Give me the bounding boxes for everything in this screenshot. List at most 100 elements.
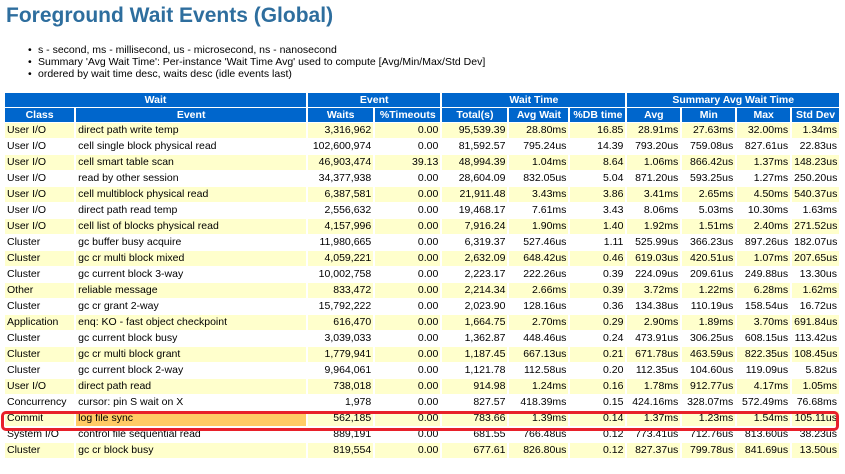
class-cell: User I/O — [5, 379, 75, 395]
value-cell: 3.72ms — [627, 283, 681, 299]
value-cell: 134.38us — [627, 299, 681, 315]
value-cell: 38.23us — [792, 427, 839, 443]
class-cell: Cluster — [5, 299, 75, 315]
value-cell: 572.49ms — [737, 395, 791, 411]
table-row: Cluster gc current block busy 3,039,033 0.0… — [5, 331, 839, 347]
value-cell: 0.36 — [570, 299, 626, 315]
value-cell: 799.78us — [682, 443, 736, 459]
value-cell: 473.91us — [627, 331, 681, 347]
value-cell: 112.35us — [627, 363, 681, 379]
class-cell: Concurrency — [5, 395, 75, 411]
value-cell: 0.12 — [570, 443, 626, 459]
table-row: Commit log file sync 562,185 0.00 783.66 1.39… — [5, 411, 839, 427]
column-header-row: Class Event Waits %Timeouts Total(s) Avg Wait… — [5, 108, 839, 123]
value-cell: 1,978 — [308, 395, 374, 411]
value-cell: 795.24us — [509, 139, 569, 155]
value-cell: 249.88us — [737, 267, 791, 283]
column-header: Total(s) — [442, 108, 508, 123]
value-cell: 2.70ms — [509, 315, 569, 331]
column-header: Max — [737, 108, 791, 123]
column-header: %DB time — [570, 108, 626, 123]
value-cell: 912.77us — [682, 379, 736, 395]
value-cell: 0.00 — [375, 411, 441, 427]
value-cell: 1.90ms — [509, 219, 569, 235]
value-cell: 3,316,962 — [308, 123, 374, 139]
value-cell: 112.58us — [509, 363, 569, 379]
table-row: Cluster gc cr block busy 819,554 0.00 677.61… — [5, 443, 839, 459]
event-cell: direct path read temp — [76, 203, 307, 219]
value-cell: 0.00 — [375, 267, 441, 283]
value-cell: 27.63ms — [682, 123, 736, 139]
event-cell: log file sync — [76, 411, 307, 427]
value-cell: 250.20us — [792, 171, 839, 187]
value-cell: 0.00 — [375, 395, 441, 411]
value-cell: 8.06ms — [627, 203, 681, 219]
value-cell: 866.42us — [682, 155, 736, 171]
value-cell: 1.27ms — [737, 171, 791, 187]
value-cell: 608.15us — [737, 331, 791, 347]
event-cell: reliable message — [76, 283, 307, 299]
value-cell: 667.13us — [509, 347, 569, 363]
value-cell: 1.37ms — [737, 155, 791, 171]
value-cell: 21,911.48 — [442, 187, 508, 203]
table-row: Cluster gc cr grant 2-way 15,792,222 0.00 2,… — [5, 299, 839, 315]
value-cell: 1,664.75 — [442, 315, 508, 331]
value-cell: 0.00 — [375, 331, 441, 347]
value-cell: 16.85 — [570, 123, 626, 139]
class-cell: Cluster — [5, 235, 75, 251]
table-row: User I/O cell smart table scan 46,903,474 3… — [5, 155, 839, 171]
value-cell: 0.00 — [375, 283, 441, 299]
value-cell: 8.64 — [570, 155, 626, 171]
event-cell: gc buffer busy acquire — [76, 235, 307, 251]
value-cell: 1.23ms — [682, 411, 736, 427]
value-cell: 0.29 — [570, 315, 626, 331]
value-cell: 148.23us — [792, 155, 839, 171]
class-cell: Commit — [5, 411, 75, 427]
value-cell: 1.05ms — [792, 379, 839, 395]
column-header: Class — [5, 108, 75, 123]
group-header-summary: Summary Avg Wait Time — [627, 93, 839, 108]
value-cell: 0.20 — [570, 363, 626, 379]
value-cell: 328.07ms — [682, 395, 736, 411]
value-cell: 448.46us — [509, 331, 569, 347]
event-cell: gc cr multi block mixed — [76, 251, 307, 267]
value-cell: 0.00 — [375, 379, 441, 395]
event-cell: cell list of blocks physical read — [76, 219, 307, 235]
table-row: User I/O cell single block physical read 1… — [5, 139, 839, 155]
value-cell: 4.50ms — [737, 187, 791, 203]
column-header: Waits — [308, 108, 374, 123]
event-cell: cell multiblock physical read — [76, 187, 307, 203]
value-cell: 1.34ms — [792, 123, 839, 139]
value-cell: 5.82us — [792, 363, 839, 379]
value-cell: 738,018 — [308, 379, 374, 395]
value-cell: 827.37us — [627, 443, 681, 459]
table-row: Concurrency cursor: pin S wait on X 1,978 0… — [5, 395, 839, 411]
value-cell: 1,187.45 — [442, 347, 508, 363]
value-cell: 1.24ms — [509, 379, 569, 395]
value-cell: 0.00 — [375, 171, 441, 187]
value-cell: 0.00 — [375, 251, 441, 267]
value-cell: 306.25us — [682, 331, 736, 347]
value-cell: 648.42us — [509, 251, 569, 267]
column-header: Event — [76, 108, 307, 123]
event-cell: cell smart table scan — [76, 155, 307, 171]
value-cell: 1.92ms — [627, 219, 681, 235]
value-cell: 0.00 — [375, 363, 441, 379]
value-cell: 2.65ms — [682, 187, 736, 203]
value-cell: 1.22ms — [682, 283, 736, 299]
table-row: Cluster gc buffer busy acquire 11,980,665 0… — [5, 235, 839, 251]
value-cell: 1.39ms — [509, 411, 569, 427]
value-cell: 616,470 — [308, 315, 374, 331]
value-cell: 46,903,474 — [308, 155, 374, 171]
value-cell: 841.69us — [737, 443, 791, 459]
event-cell: gc current block busy — [76, 331, 307, 347]
value-cell: 119.09us — [737, 363, 791, 379]
class-cell: Cluster — [5, 251, 75, 267]
value-cell: 13.50us — [792, 443, 839, 459]
value-cell: 6,387,581 — [308, 187, 374, 203]
value-cell: 0.00 — [375, 219, 441, 235]
value-cell: 0.00 — [375, 123, 441, 139]
value-cell: 19,468.17 — [442, 203, 508, 219]
table-row: User I/O direct path read temp 2,556,632 0.… — [5, 203, 839, 219]
class-cell: User I/O — [5, 203, 75, 219]
